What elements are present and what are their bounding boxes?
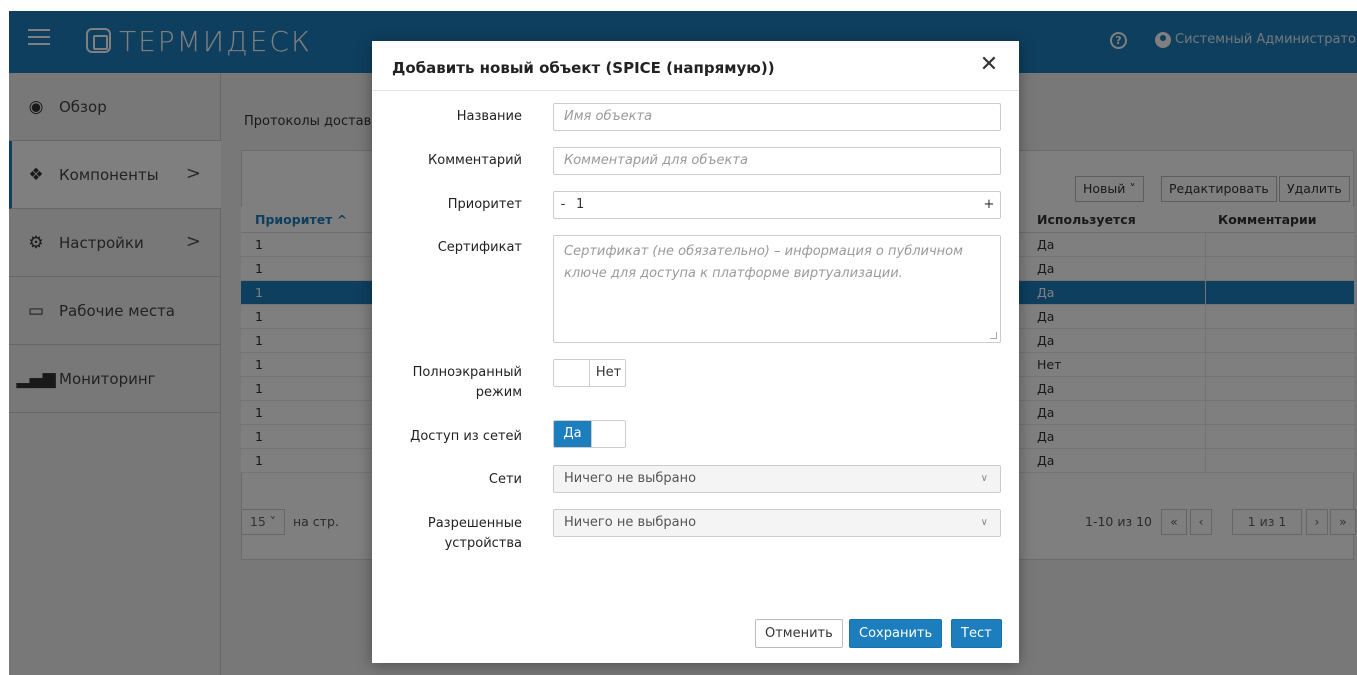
certificate-placeholder: Сертификат (не обязательно) – информация… xyxy=(564,244,963,281)
decrement-button[interactable]: - xyxy=(554,192,572,218)
fullscreen-label: Полноэкранный режим xyxy=(412,365,522,400)
network-access-toggle[interactable]: Да xyxy=(553,420,626,448)
resize-grip-icon[interactable] xyxy=(990,332,997,339)
dialog-header-divider xyxy=(372,90,1019,91)
priority-stepper[interactable]: - 1 + xyxy=(553,191,1001,219)
certificate-textarea[interactable]: Сертификат (не обязательно) – информация… xyxy=(553,235,1001,343)
close-icon[interactable]: ✕ xyxy=(976,52,1002,78)
network-access-toggle-value: Да xyxy=(554,421,591,447)
name-label: Название xyxy=(456,109,522,124)
networks-label: Сети xyxy=(488,472,522,487)
networks-select[interactable]: Ничего не выбрано ∨ xyxy=(553,465,1001,493)
network-access-label: Доступ из сетей xyxy=(410,429,522,444)
save-button[interactable]: Сохранить xyxy=(849,619,943,648)
fullscreen-toggle[interactable]: Нет xyxy=(553,359,626,387)
chevron-down-icon: ∨ xyxy=(980,517,988,528)
allowed-devices-label: Разрешенные устройства xyxy=(427,516,522,551)
test-button[interactable]: Тест xyxy=(951,619,1002,648)
comment-label: Комментарий xyxy=(428,153,522,168)
priority-label: Приоритет xyxy=(447,197,522,212)
toggle-knob xyxy=(554,360,590,386)
name-input[interactable]: Имя объекта xyxy=(553,103,1001,131)
chevron-down-icon: ∨ xyxy=(980,473,988,484)
name-placeholder: Имя объекта xyxy=(564,109,653,124)
comment-input[interactable]: Комментарий для объекта xyxy=(553,147,1001,175)
dialog-title: Добавить новый объект (SPICE (напрямую)) xyxy=(392,59,775,77)
fullscreen-toggle-value: Нет xyxy=(595,365,622,380)
toggle-knob xyxy=(591,421,625,447)
priority-value[interactable]: 1 xyxy=(576,192,584,218)
allowed-devices-select[interactable]: Ничего не выбрано ∨ xyxy=(553,509,1001,537)
cancel-button[interactable]: Отменить xyxy=(755,619,843,648)
add-object-dialog: Добавить новый объект (SPICE (напрямую))… xyxy=(372,41,1019,663)
increment-button[interactable]: + xyxy=(978,192,1000,218)
certificate-label: Сертификат xyxy=(437,240,522,255)
comment-placeholder: Комментарий для объекта xyxy=(564,153,748,168)
